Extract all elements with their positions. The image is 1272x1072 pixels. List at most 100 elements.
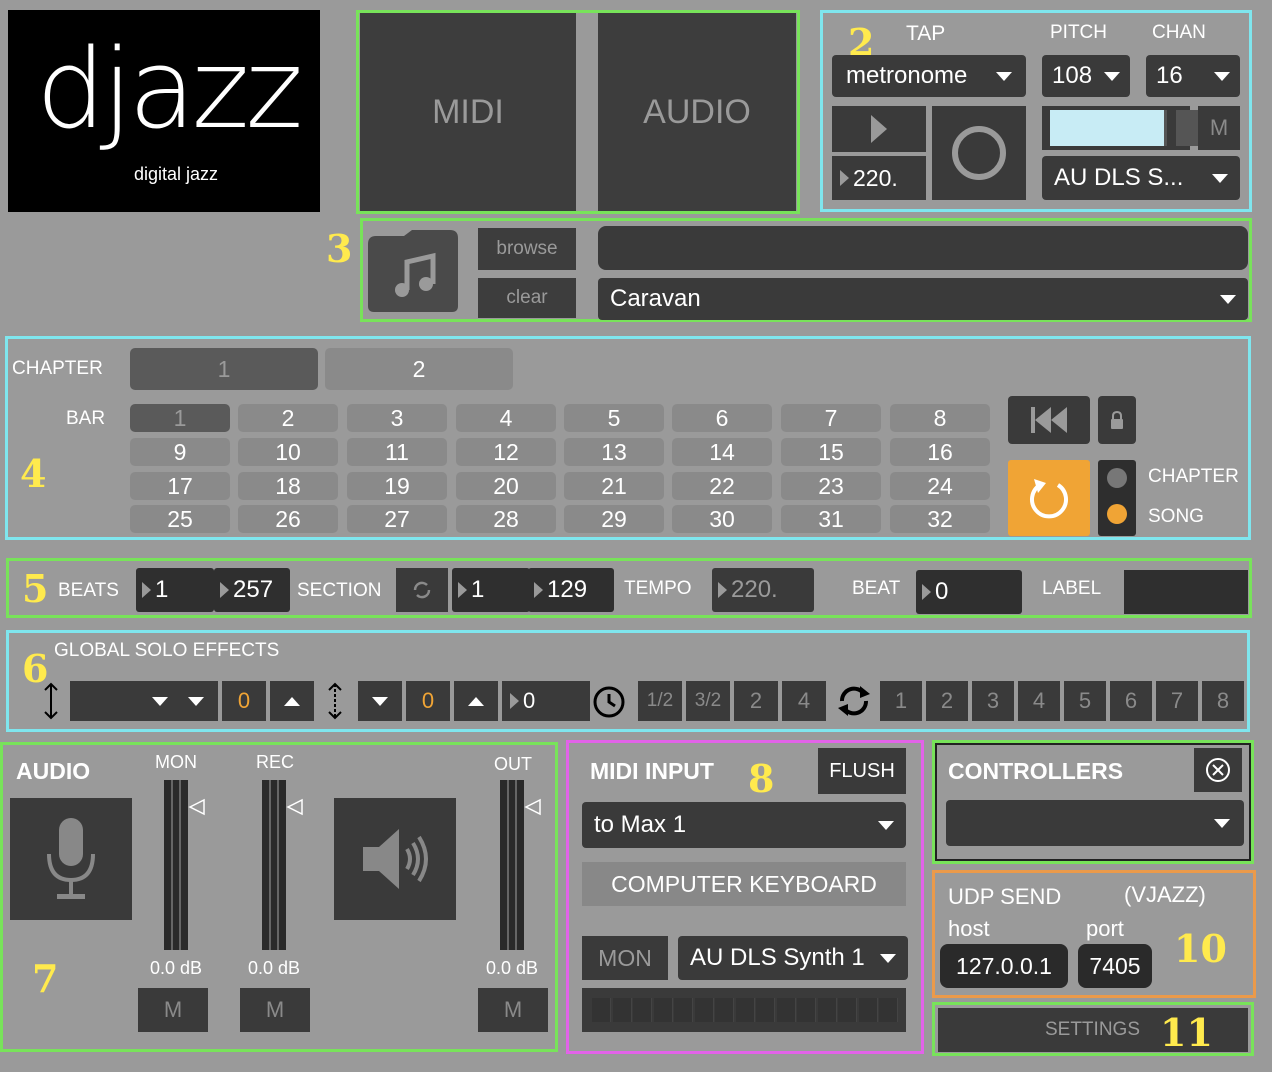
- bar-button-21[interactable]: 21: [564, 472, 664, 500]
- port-field[interactable]: 7405: [1078, 944, 1152, 988]
- marker-10: 10: [1174, 926, 1227, 971]
- chapter-button-1[interactable]: 1: [130, 348, 318, 390]
- bar-button-20[interactable]: 20: [456, 472, 556, 500]
- bar-button-28[interactable]: 28: [456, 505, 556, 533]
- beats-end-field[interactable]: 257: [214, 568, 290, 612]
- speaker-button[interactable]: [334, 798, 456, 920]
- bar-button-27[interactable]: 27: [347, 505, 447, 533]
- bar-button-2[interactable]: 2: [238, 404, 338, 432]
- octave-up-button[interactable]: [454, 681, 498, 721]
- transpose-down-button[interactable]: [174, 681, 218, 721]
- bar-button-6[interactable]: 6: [672, 404, 772, 432]
- bar-button-8[interactable]: 8: [890, 404, 990, 432]
- bar-button-13[interactable]: 13: [564, 438, 664, 466]
- loop-length-button-6[interactable]: 6: [1110, 681, 1152, 721]
- beats-start-field[interactable]: 1: [136, 568, 214, 612]
- bar-button-10[interactable]: 10: [238, 438, 338, 466]
- bar-button-4[interactable]: 4: [456, 404, 556, 432]
- speed-button-three-halves[interactable]: 3/2: [686, 681, 730, 721]
- lock-button[interactable]: [1098, 396, 1136, 444]
- rec-fader[interactable]: [262, 780, 286, 950]
- midi-port-dropdown[interactable]: to Max 1: [582, 802, 906, 848]
- tempo-field[interactable]: 220.: [712, 568, 814, 612]
- speed-button-2[interactable]: 2: [734, 681, 778, 721]
- speed-button-half[interactable]: 1/2: [638, 681, 682, 721]
- section-end-field[interactable]: 129: [528, 568, 614, 612]
- out-mute-button[interactable]: M: [478, 988, 548, 1032]
- bar-button-1[interactable]: 1: [130, 404, 230, 432]
- bar-button-23[interactable]: 23: [781, 472, 881, 500]
- bar-button-24[interactable]: 24: [890, 472, 990, 500]
- loop-length-button-2[interactable]: 2: [926, 681, 968, 721]
- bar-button-29[interactable]: 29: [564, 505, 664, 533]
- audio-mode-button[interactable]: AUDIO: [598, 13, 796, 211]
- bar-button-26[interactable]: 26: [238, 505, 338, 533]
- chan-dropdown[interactable]: 16: [1146, 55, 1240, 97]
- controllers-dropdown[interactable]: [946, 800, 1244, 846]
- bar-button-31[interactable]: 31: [781, 505, 881, 533]
- pitch-dropdown[interactable]: 108: [1042, 55, 1130, 97]
- controllers-close-button[interactable]: [1194, 748, 1242, 792]
- midi-mon-button[interactable]: MON: [582, 936, 668, 980]
- bar-button-7[interactable]: 7: [781, 404, 881, 432]
- chan-label: CHAN: [1152, 22, 1206, 43]
- tap-synth-dropdown[interactable]: AU DLS S...: [1042, 156, 1240, 200]
- bar-button-18[interactable]: 18: [238, 472, 338, 500]
- song-dropdown[interactable]: Caravan: [598, 278, 1248, 320]
- bar-button-14[interactable]: 14: [672, 438, 772, 466]
- tap-play-button[interactable]: [832, 106, 926, 152]
- loop-button[interactable]: [1008, 460, 1090, 536]
- out-fader[interactable]: [500, 780, 524, 950]
- bar-button-25[interactable]: 25: [130, 505, 230, 533]
- file-path-field[interactable]: [598, 226, 1248, 270]
- bar-button-9[interactable]: 9: [130, 438, 230, 466]
- beat-field[interactable]: 0: [916, 570, 1022, 614]
- tap-tempo-field[interactable]: 220.: [832, 156, 926, 200]
- loop-length-button-4[interactable]: 4: [1018, 681, 1060, 721]
- bar-button-3[interactable]: 3: [347, 404, 447, 432]
- host-field[interactable]: 127.0.0.1: [940, 944, 1068, 988]
- speed-button-4[interactable]: 4: [782, 681, 826, 721]
- flush-button[interactable]: FLUSH: [818, 748, 906, 794]
- bar-button-11[interactable]: 11: [347, 438, 447, 466]
- rewind-button[interactable]: [1008, 396, 1090, 444]
- logo: djazz digital jazz: [8, 10, 320, 212]
- computer-keyboard-button[interactable]: COMPUTER KEYBOARD: [582, 862, 906, 906]
- midi-synth-dropdown[interactable]: AU DLS Synth 1: [678, 936, 908, 980]
- clear-button[interactable]: clear: [478, 278, 576, 318]
- bar-button-12[interactable]: 12: [456, 438, 556, 466]
- tap-button[interactable]: [932, 106, 1026, 200]
- bar-button-5[interactable]: 5: [564, 404, 664, 432]
- bar-button-32[interactable]: 32: [890, 505, 990, 533]
- bar-button-22[interactable]: 22: [672, 472, 772, 500]
- section-loop-button[interactable]: [396, 568, 448, 612]
- scale-dropdown[interactable]: [70, 681, 180, 721]
- loop-length-button-5[interactable]: 5: [1064, 681, 1106, 721]
- loop-length-button-3[interactable]: 3: [972, 681, 1014, 721]
- bar-button-15[interactable]: 15: [781, 438, 881, 466]
- chapter-button-2[interactable]: 2: [325, 348, 513, 390]
- tap-mute-button[interactable]: M: [1198, 106, 1240, 150]
- section-start-field[interactable]: 1: [452, 568, 530, 612]
- bar-button-17[interactable]: 17: [130, 472, 230, 500]
- bar-button-16[interactable]: 16: [890, 438, 990, 466]
- browse-button[interactable]: browse: [478, 228, 576, 270]
- folder-button[interactable]: [364, 222, 464, 316]
- metronome-sound-dropdown[interactable]: metronome: [832, 55, 1026, 97]
- transpose-up-button[interactable]: [270, 681, 314, 721]
- rec-mute-button[interactable]: M: [240, 988, 310, 1032]
- mon-fader[interactable]: [164, 780, 188, 950]
- microphone-button[interactable]: [10, 798, 132, 920]
- bar-button-30[interactable]: 30: [672, 505, 772, 533]
- midi-mode-button[interactable]: MIDI: [360, 13, 576, 211]
- tap-volume-slider[interactable]: [1042, 106, 1220, 150]
- mon-mute-button[interactable]: M: [138, 988, 208, 1032]
- label-field[interactable]: [1124, 570, 1248, 614]
- loop-length-button-1[interactable]: 1: [880, 681, 922, 721]
- shift-field[interactable]: 0: [502, 681, 590, 721]
- loop-length-button-8[interactable]: 8: [1202, 681, 1244, 721]
- loop-length-button-7[interactable]: 7: [1156, 681, 1198, 721]
- octave-down-button[interactable]: [358, 681, 402, 721]
- bar-button-19[interactable]: 19: [347, 472, 447, 500]
- loop-mode-switch[interactable]: [1098, 460, 1136, 536]
